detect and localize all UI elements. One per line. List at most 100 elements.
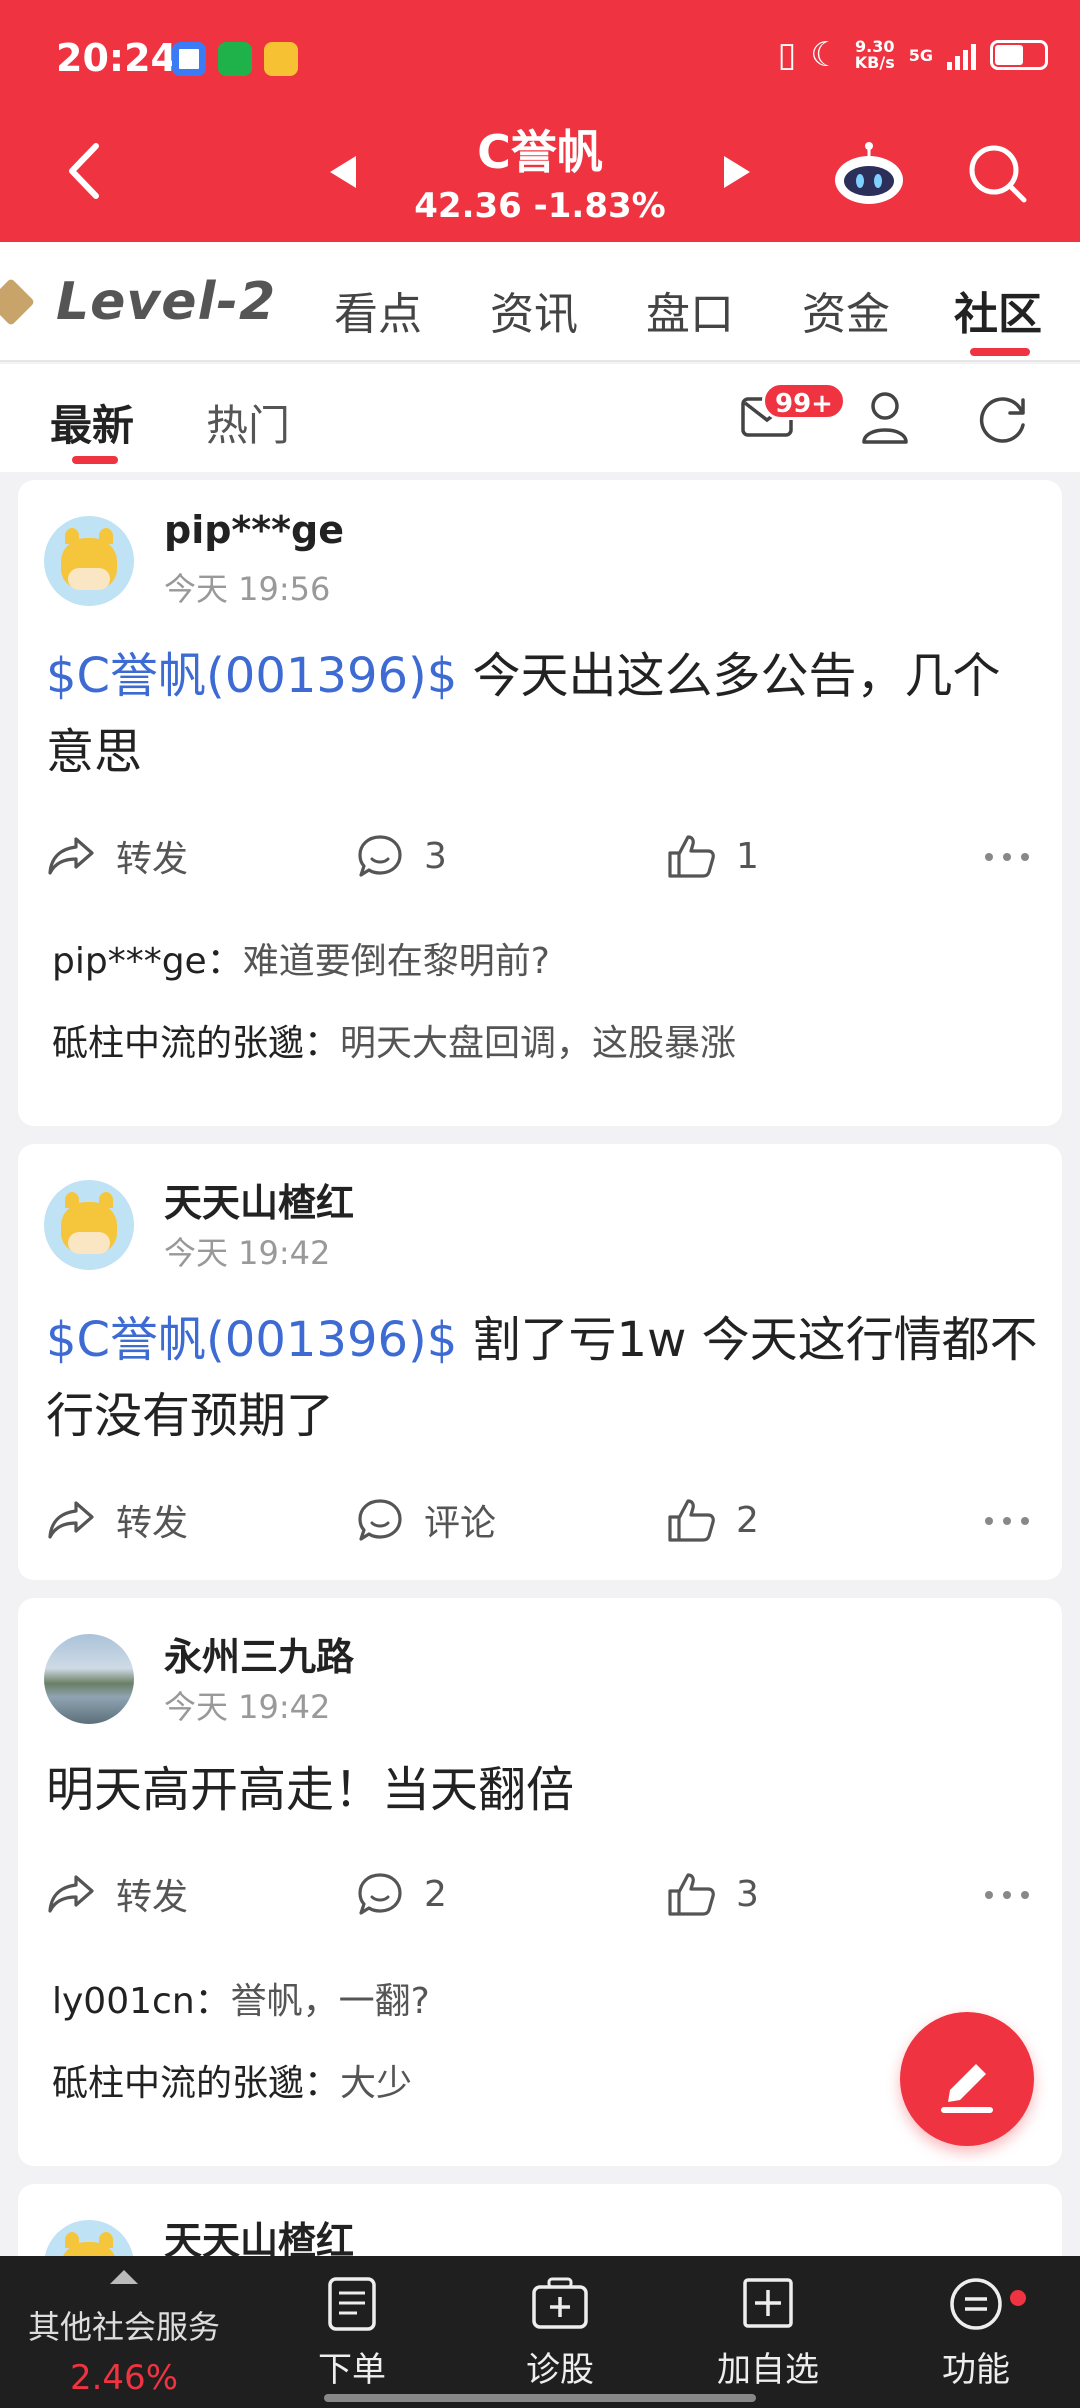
post-time: 今天 19:42 — [164, 1688, 331, 1726]
post-username[interactable]: 天天山楂红 — [164, 1172, 354, 1227]
comment-button[interactable]: 2 — [356, 1864, 447, 1924]
like-count: 3 — [736, 1873, 759, 1915]
stock-quote: 42.36 -1.83% — [414, 186, 666, 226]
comment-count: 3 — [424, 835, 447, 877]
nav-label: 下单 — [318, 2350, 386, 2390]
expand-up-icon[interactable] — [110, 2270, 138, 2284]
network-type: 5G — [908, 45, 933, 65]
comment-preview[interactable]: pip***ge：难道要倒在黎明前? — [52, 932, 550, 984]
comment-author[interactable]: 砥柱中流的张邈： — [52, 1023, 340, 1064]
post-time: 今天 19:56 — [164, 570, 331, 608]
like-button[interactable]: 3 — [666, 1864, 759, 1924]
thumbs-up-icon — [668, 1873, 715, 1916]
comment-text: 誉帆，一翻? — [230, 1981, 430, 2022]
avatar[interactable] — [44, 516, 134, 606]
app-notification-icon — [264, 42, 298, 76]
compose-post-button[interactable] — [900, 2012, 1034, 2146]
post-actions: 转发 2 3 — [18, 1864, 1062, 1924]
post-card[interactable]: pip***ge 今天 19:56 $C誉帆(001396)$ 今天出这么多公告… — [18, 480, 1062, 1126]
share-button[interactable]: 转发 — [46, 1490, 188, 1550]
level2-label: Level-2 — [56, 272, 277, 332]
share-button[interactable]: 转发 — [46, 1864, 188, 1924]
moon-icon: ☾ — [810, 35, 841, 75]
diagnose-icon — [532, 2277, 588, 2329]
system-indicators: ▯ ☾ 9.30 KB/s 5G — [778, 38, 1048, 72]
post-content[interactable]: $C誉帆(001396)$ 今天出这么多公告，几个意思 — [46, 638, 1046, 790]
robot-assistant-icon[interactable] — [832, 140, 906, 206]
avatar[interactable] — [44, 1634, 134, 1724]
nav-functions[interactable]: 功能 — [896, 2276, 1056, 2391]
active-subtab-indicator — [72, 456, 118, 464]
next-stock-icon[interactable] — [724, 156, 750, 188]
comment-preview[interactable]: ly001cn：誉帆，一翻? — [52, 1972, 430, 2024]
sector-name[interactable]: 其他社会服务 — [0, 2302, 248, 2348]
avatar[interactable] — [44, 1180, 134, 1270]
thumbs-up-icon — [668, 835, 715, 878]
comment-preview[interactable]: 砥柱中流的张邈：明天大盘回调，这股暴涨 — [52, 1014, 736, 1066]
like-count: 1 — [736, 835, 759, 877]
status-time: 20:24 — [56, 36, 177, 80]
back-icon[interactable] — [62, 140, 108, 202]
tab-news[interactable]: 资讯 — [490, 278, 578, 342]
tab-order-book[interactable]: 盘口 — [646, 278, 734, 342]
level2-tab[interactable]: Level-2 — [0, 272, 276, 332]
mail-badge: 99+ — [762, 382, 846, 420]
community-subtabs: 最新 热门 99+ — [0, 364, 1080, 472]
comment-count: 评论 — [424, 1503, 497, 1544]
post-text: 明天高开高走！当天翻倍 — [46, 1762, 575, 1818]
add-box-icon — [743, 2278, 793, 2328]
post-time: 今天 19:42 — [164, 1234, 331, 1272]
comment-author[interactable]: ly001cn： — [52, 1981, 231, 2022]
nav-place-order[interactable]: 下单 — [272, 2276, 432, 2391]
more-icon[interactable] — [984, 1516, 1030, 1526]
home-indicator[interactable] — [324, 2394, 756, 2402]
share-icon — [48, 1875, 94, 1913]
user-icon[interactable] — [860, 390, 910, 444]
comment-author[interactable]: pip***ge： — [52, 941, 243, 982]
refresh-icon[interactable] — [976, 392, 1030, 446]
signal-icon — [947, 40, 976, 70]
comment-text: 明天大盘回调，这股暴涨 — [340, 1023, 737, 1064]
like-button[interactable]: 2 — [666, 1490, 759, 1550]
stock-tag-link[interactable]: $C誉帆(001396)$ — [46, 1312, 457, 1368]
tab-kandian[interactable]: 看点 — [334, 278, 422, 342]
menu-circle-icon — [950, 2278, 1002, 2330]
battery-icon — [990, 40, 1048, 70]
notification-dot — [1010, 2290, 1026, 2306]
search-icon[interactable] — [966, 142, 1030, 206]
tab-funds[interactable]: 资金 — [802, 278, 890, 342]
share-icon — [48, 837, 94, 875]
comment-icon — [358, 1873, 402, 1915]
share-button[interactable]: 转发 — [46, 826, 188, 886]
net-speed: 9.30 KB/s — [855, 39, 895, 71]
active-tab-indicator — [970, 348, 1030, 356]
sector-change: 2.46% — [69, 2358, 178, 2398]
tab-community[interactable]: 社区 — [954, 278, 1042, 342]
comment-preview[interactable]: 砥柱中流的张邈：大少 — [52, 2054, 412, 2106]
stock-tag-link[interactable]: $C誉帆(001396)$ — [46, 648, 457, 704]
comment-text: 难道要倒在黎明前? — [242, 941, 550, 982]
post-username[interactable]: pip***ge — [164, 508, 344, 552]
comment-count: 2 — [424, 1873, 447, 1915]
more-icon[interactable] — [984, 1890, 1030, 1900]
comment-text: 大少 — [340, 2063, 413, 2104]
like-count: 2 — [736, 1499, 759, 1541]
share-label: 转发 — [116, 1503, 189, 1544]
post-card[interactable]: 天天山楂红 今天 19:42 $C誉帆(001396)$ 割了亏1w 今天这行情… — [18, 1144, 1062, 1580]
like-button[interactable]: 1 — [666, 826, 759, 886]
app-notification-icon — [172, 42, 206, 76]
subtab-latest[interactable]: 最新 — [50, 392, 134, 453]
post-actions: 转发 3 1 — [18, 826, 1062, 886]
comment-button[interactable]: 评论 — [356, 1490, 496, 1550]
more-icon[interactable] — [984, 852, 1030, 862]
comment-author[interactable]: 砥柱中流的张邈： — [52, 2063, 340, 2104]
post-content[interactable]: 明天高开高走！当天翻倍 — [46, 1752, 1046, 1828]
post-username[interactable]: 永州三九路 — [164, 1626, 354, 1681]
post-content[interactable]: $C誉帆(001396)$ 割了亏1w 今天这行情都不行没有预期了 — [46, 1302, 1046, 1454]
nav-diagnose-stock[interactable]: 诊股 — [480, 2276, 640, 2391]
nav-add-watchlist[interactable]: 加自选 — [688, 2276, 848, 2391]
notification-icons — [172, 42, 298, 76]
nav-label: 功能 — [942, 2350, 1010, 2390]
subtab-hot[interactable]: 热门 — [206, 392, 290, 453]
comment-button[interactable]: 3 — [356, 826, 447, 886]
